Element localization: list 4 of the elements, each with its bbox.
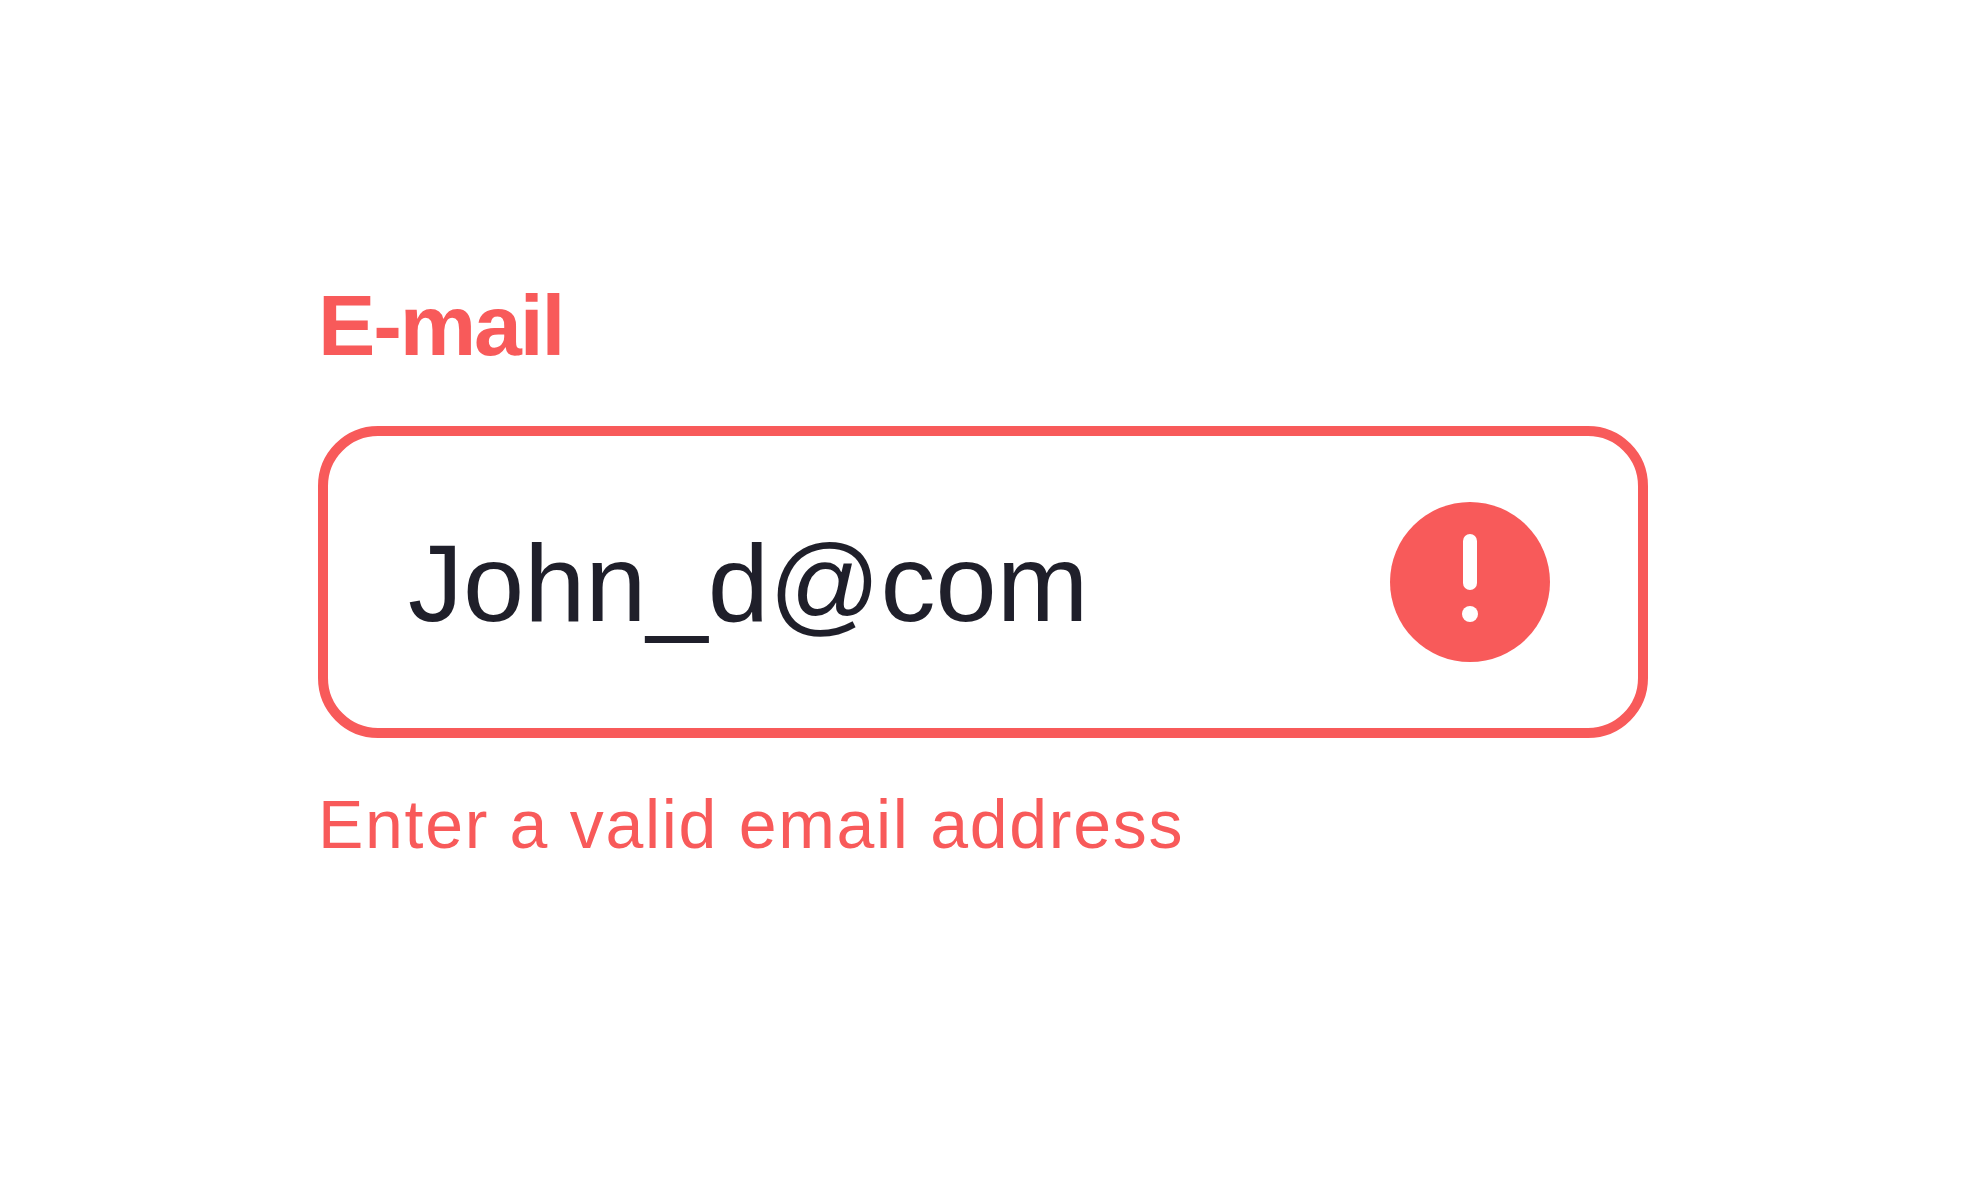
error-icon [1390, 502, 1550, 662]
email-field[interactable]: John_d@com [318, 426, 1648, 738]
error-message: Enter a valid email address [318, 785, 1185, 864]
field-label: E-mail [318, 282, 564, 368]
